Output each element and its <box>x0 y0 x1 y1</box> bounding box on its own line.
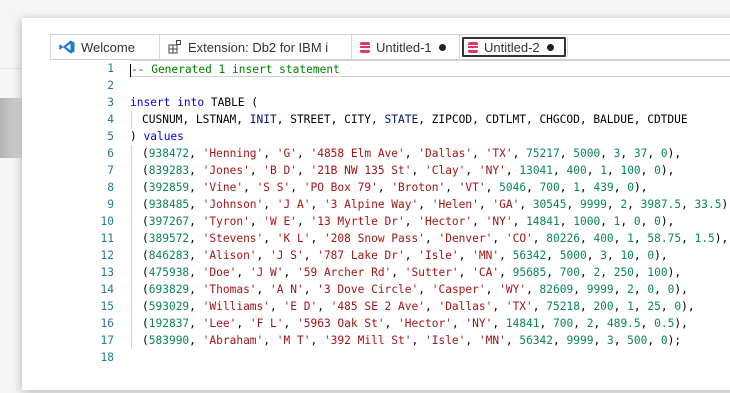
code-text: (397267, 'Tyron', 'W E', '13 Myrtle Dr',… <box>142 215 675 228</box>
code-text: (938485, 'Johnson', 'J A', '3 Alpine Way… <box>142 198 730 211</box>
code-text: ) values <box>130 130 184 143</box>
indent-guide <box>131 162 132 179</box>
indent-guide <box>131 264 132 281</box>
tab-label: Untitled-1 <box>376 39 432 55</box>
line-number: 17 <box>100 334 114 347</box>
tab-bar: Welcome Extension: Db2 for IBM i Untitle… <box>50 34 730 60</box>
line-number: 1 <box>107 62 114 75</box>
line-number: 16 <box>100 317 114 330</box>
code-text: (846283, 'Alison', 'J S', '787 Lake Dr',… <box>142 249 668 262</box>
database-icon <box>360 41 370 53</box>
code-text: (192837, 'Lee', 'F L', '5963 Oak St', 'H… <box>142 317 688 330</box>
indent-guide <box>131 298 132 315</box>
code-text: (475938, 'Doe', 'J W', '59 Archer Rd', '… <box>142 266 682 279</box>
line-number: 3 <box>107 96 114 109</box>
code-text: CUSNUM, LSTNAM, INIT, STREET, CITY, STAT… <box>142 113 688 126</box>
indent-guide <box>131 315 132 332</box>
indent-guide <box>131 111 132 128</box>
line-number: 2 <box>107 79 114 92</box>
tab-label: Extension: Db2 for IBM i <box>188 39 329 55</box>
line-number: 5 <box>107 130 114 143</box>
indent-guide <box>131 230 132 247</box>
code-line: 10 (397267, 'Tyron', 'W E', '13 Myrtle Dr… <box>50 213 730 230</box>
code-text: (389572, 'Stevens', 'K L', '208 Snow Pas… <box>142 232 729 245</box>
code-text: (392859, 'Vine', 'S S', 'PO Box 79', 'Br… <box>142 181 648 194</box>
code-text: (938472, 'Henning', 'G', '4858 Elm Ave',… <box>142 147 682 160</box>
code-editor[interactable]: 1 -- Generated 1 insert statement 2 3 insert… <box>50 60 730 368</box>
code-text: insert into TABLE ( <box>130 96 259 109</box>
code-text: -- Generated 1 insert statement <box>130 63 340 77</box>
code-line: 8 (392859, 'Vine', 'S S', 'PO Box 79', 'B… <box>50 179 730 196</box>
line-number: 4 <box>107 113 114 126</box>
indent-guide <box>131 247 132 264</box>
unsaved-dot-icon[interactable] <box>438 43 446 51</box>
code-line: 9 (938485, 'Johnson', 'J A', '3 Alpine Wa… <box>50 196 730 213</box>
code-line: 6 (938472, 'Henning', 'G', '4858 Elm Ave'… <box>50 145 730 162</box>
code-line: 11 (389572, 'Stevens', 'K L', '208 Snow P… <box>50 230 730 247</box>
line-number: 7 <box>107 164 114 177</box>
line-number: 9 <box>107 198 114 211</box>
tab-label: Untitled-2 <box>484 39 540 55</box>
code-line: 17 (583990, 'Abraham', 'M T', '392 Mill S… <box>50 332 730 349</box>
line-number: 6 <box>107 147 114 160</box>
indent-guide <box>131 179 132 196</box>
background-panel-edge <box>0 98 24 158</box>
code-line: 7 (839283, 'Jones', 'B D', '21B NW 135 St… <box>50 162 730 179</box>
tab-extension-db2[interactable]: Extension: Db2 for IBM i <box>160 35 352 59</box>
code-text: (583990, 'Abraham', 'M T', '392 Mill St'… <box>142 334 682 347</box>
code-line: 5 ) values <box>50 128 730 145</box>
code-line: 18 <box>50 349 730 366</box>
code-line: 13 (475938, 'Doe', 'J W', '59 Archer Rd',… <box>50 264 730 281</box>
indent-guide <box>131 281 132 298</box>
database-icon <box>468 41 478 53</box>
editor-window: Welcome Extension: Db2 for IBM i Untitle… <box>22 18 730 390</box>
line-number: 15 <box>100 300 114 313</box>
code-line: 3 insert into TABLE ( <box>50 94 730 111</box>
tab-untitled-1[interactable]: Untitled-1 <box>352 35 460 59</box>
code-line: 14 (693829, 'Thomas', 'A N', '3 Dove Circ… <box>50 281 730 298</box>
line-number: 10 <box>100 215 114 228</box>
vscode-icon <box>59 40 75 54</box>
code-line: 1 -- Generated 1 insert statement <box>50 60 730 77</box>
code-line: 15 (593029, 'Williams', 'E D', '485 SE 2 … <box>50 298 730 315</box>
line-number: 12 <box>100 249 114 262</box>
code-text: (839283, 'Jones', 'B D', '21B NW 135 St'… <box>142 164 675 177</box>
line-number: 18 <box>100 351 114 364</box>
indent-guide <box>131 213 132 230</box>
line-number: 13 <box>100 266 114 279</box>
code-line: 4 CUSNUM, LSTNAM, INIT, STREET, CITY, STA… <box>50 111 730 128</box>
line-number: 8 <box>107 181 114 194</box>
code-line: 12 (846283, 'Alison', 'J S', '787 Lake Dr… <box>50 247 730 264</box>
unsaved-dot-icon[interactable] <box>546 43 554 51</box>
indent-guide <box>131 332 132 349</box>
extension-icon <box>168 40 182 54</box>
tab-label: Welcome <box>81 39 135 55</box>
line-number: 11 <box>100 232 114 245</box>
code-text: (693829, 'Thomas', 'A N', '3 Dove Circle… <box>142 283 688 296</box>
code-text: (593029, 'Williams', 'E D', '485 SE 2 Av… <box>142 300 695 313</box>
code-line: 16 (192837, 'Lee', 'F L', '5963 Oak St', … <box>50 315 730 332</box>
line-number: 14 <box>100 283 114 296</box>
indent-guide <box>131 145 132 162</box>
tab-welcome[interactable]: Welcome <box>50 35 160 59</box>
tab-untitled-2[interactable]: Untitled-2 <box>460 35 568 59</box>
code-line: 2 <box>50 77 730 94</box>
indent-guide <box>131 196 132 213</box>
